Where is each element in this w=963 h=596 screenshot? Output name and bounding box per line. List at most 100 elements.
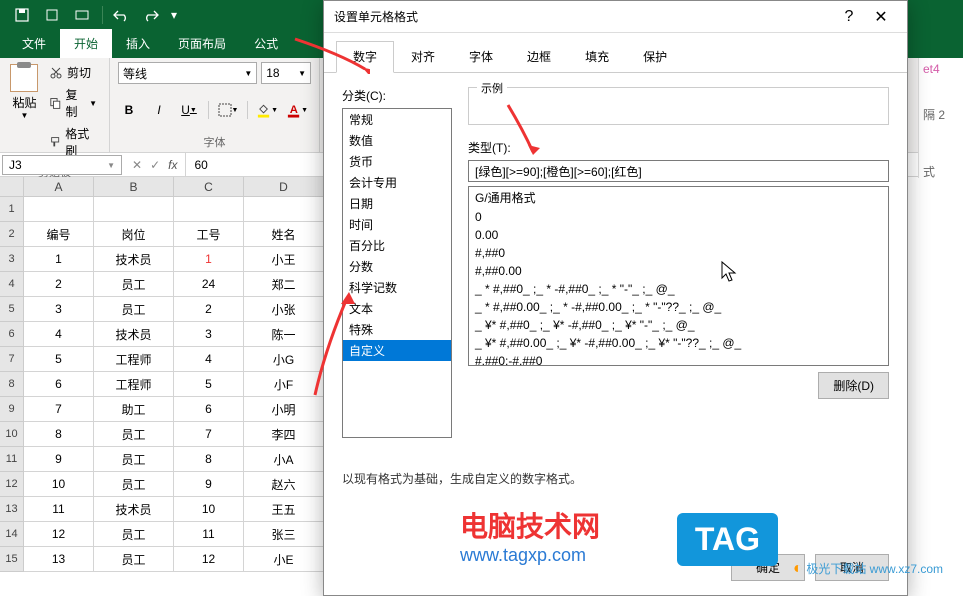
cell[interactable]: 张三: [244, 522, 324, 547]
cell[interactable]: 王五: [244, 497, 324, 522]
cell[interactable]: 岗位: [94, 222, 174, 247]
cell[interactable]: 8: [174, 447, 244, 472]
cell[interactable]: 员工: [94, 422, 174, 447]
cell[interactable]: 9: [174, 472, 244, 497]
copy-button[interactable]: 复制▼: [45, 84, 101, 122]
row-header[interactable]: 12: [0, 472, 24, 497]
cell[interactable]: 工程师: [94, 372, 174, 397]
tab-protect[interactable]: 保护: [626, 41, 684, 72]
cut-button[interactable]: 剪切: [45, 62, 101, 83]
cell[interactable]: 6: [24, 372, 94, 397]
italic-button[interactable]: I: [148, 99, 170, 121]
fx-icon[interactable]: fx: [168, 158, 177, 172]
row-header[interactable]: 4: [0, 272, 24, 297]
type-list-item[interactable]: #,##0;-#,##0: [469, 352, 888, 366]
cell[interactable]: 技术员: [94, 322, 174, 347]
tab-number[interactable]: 数字: [336, 41, 394, 73]
cell[interactable]: [244, 197, 324, 222]
row-header[interactable]: 8: [0, 372, 24, 397]
cell[interactable]: 技术员: [94, 247, 174, 272]
font-color-button[interactable]: A▼: [286, 99, 308, 121]
cell[interactable]: 12: [24, 522, 94, 547]
row-header[interactable]: 9: [0, 397, 24, 422]
cell[interactable]: 小E: [244, 547, 324, 572]
cell[interactable]: 7: [24, 397, 94, 422]
undo-icon[interactable]: [107, 3, 135, 27]
help-icon[interactable]: ?: [833, 1, 865, 33]
type-list-item[interactable]: _ ¥* #,##0_ ;_ ¥* -#,##0_ ;_ ¥* "-"_ ;_ …: [469, 316, 888, 334]
row-header[interactable]: 6: [0, 322, 24, 347]
cell[interactable]: 工号: [174, 222, 244, 247]
tab-insert[interactable]: 插入: [112, 29, 164, 58]
accept-formula-icon[interactable]: ✓: [150, 158, 160, 172]
cells-area[interactable]: 编号岗位工号姓名1技术员1小王2员工24郑二3员工2小张4技术员3陈一5工程师4…: [24, 197, 324, 572]
border-button[interactable]: ▼: [217, 99, 239, 121]
category-item[interactable]: 特殊: [343, 319, 451, 340]
category-item[interactable]: 分数: [343, 256, 451, 277]
cell[interactable]: 5: [174, 372, 244, 397]
cell[interactable]: 郑二: [244, 272, 324, 297]
cell[interactable]: 4: [174, 347, 244, 372]
dialog-titlebar[interactable]: 设置单元格格式 ? ✕: [324, 1, 907, 33]
tab-layout[interactable]: 页面布局: [164, 29, 240, 58]
cell[interactable]: 员工: [94, 472, 174, 497]
cell[interactable]: 员工: [94, 272, 174, 297]
cell[interactable]: 小明: [244, 397, 324, 422]
category-item[interactable]: 自定义: [343, 340, 451, 361]
column-header[interactable]: A: [24, 177, 94, 197]
row-header[interactable]: 5: [0, 297, 24, 322]
category-item[interactable]: 百分比: [343, 235, 451, 256]
cell[interactable]: 2: [174, 297, 244, 322]
tab-font[interactable]: 字体: [452, 41, 510, 72]
row-header[interactable]: 2: [0, 222, 24, 247]
cell[interactable]: [174, 197, 244, 222]
category-item[interactable]: 常规: [343, 109, 451, 130]
cell[interactable]: 陈一: [244, 322, 324, 347]
cell[interactable]: 13: [24, 547, 94, 572]
name-box[interactable]: J3▼: [2, 155, 122, 175]
cell[interactable]: 1: [174, 247, 244, 272]
type-list-item[interactable]: _ * #,##0.00_ ;_ * -#,##0.00_ ;_ * "-"??…: [469, 298, 888, 316]
cell[interactable]: 24: [174, 272, 244, 297]
select-all-corner[interactable]: [0, 177, 24, 197]
underline-button[interactable]: U ▼: [178, 99, 200, 121]
tab-file[interactable]: 文件: [8, 29, 60, 58]
cell[interactable]: 小王: [244, 247, 324, 272]
cell[interactable]: 员工: [94, 297, 174, 322]
cell[interactable]: 员工: [94, 522, 174, 547]
row-header[interactable]: 15: [0, 547, 24, 572]
category-list[interactable]: 常规数值货币会计专用日期时间百分比分数科学记数文本特殊自定义: [342, 108, 452, 438]
paste-dropdown-icon[interactable]: ▼: [10, 111, 39, 120]
cell[interactable]: 3: [24, 297, 94, 322]
row-header[interactable]: 1: [0, 197, 24, 222]
cell[interactable]: 9: [24, 447, 94, 472]
category-item[interactable]: 数值: [343, 130, 451, 151]
cell[interactable]: 8: [24, 422, 94, 447]
cell[interactable]: [94, 197, 174, 222]
cell[interactable]: 11: [174, 522, 244, 547]
tab-align[interactable]: 对齐: [394, 41, 452, 72]
cell[interactable]: 小A: [244, 447, 324, 472]
font-size-select[interactable]: 18▼: [261, 62, 311, 84]
cell[interactable]: 赵六: [244, 472, 324, 497]
cell[interactable]: 11: [24, 497, 94, 522]
qat-dropdown-icon[interactable]: ▾: [167, 3, 181, 27]
type-list-item[interactable]: _ * #,##0_ ;_ * -#,##0_ ;_ * "-"_ ;_ @_: [469, 280, 888, 298]
cell[interactable]: 12: [174, 547, 244, 572]
category-item[interactable]: 科学记数: [343, 277, 451, 298]
cell[interactable]: 小G: [244, 347, 324, 372]
fill-color-button[interactable]: ▼: [256, 99, 278, 121]
qat-btn-3[interactable]: [68, 3, 96, 27]
cell[interactable]: 2: [24, 272, 94, 297]
row-header[interactable]: 13: [0, 497, 24, 522]
row-header[interactable]: 11: [0, 447, 24, 472]
type-list-item[interactable]: _ ¥* #,##0.00_ ;_ ¥* -#,##0.00_ ;_ ¥* "-…: [469, 334, 888, 352]
redo-icon[interactable]: [137, 3, 165, 27]
type-input[interactable]: [468, 160, 889, 182]
cell[interactable]: 李四: [244, 422, 324, 447]
cell[interactable]: 助工: [94, 397, 174, 422]
cell[interactable]: 编号: [24, 222, 94, 247]
row-header[interactable]: 7: [0, 347, 24, 372]
column-header[interactable]: D: [244, 177, 324, 197]
tab-border[interactable]: 边框: [510, 41, 568, 72]
